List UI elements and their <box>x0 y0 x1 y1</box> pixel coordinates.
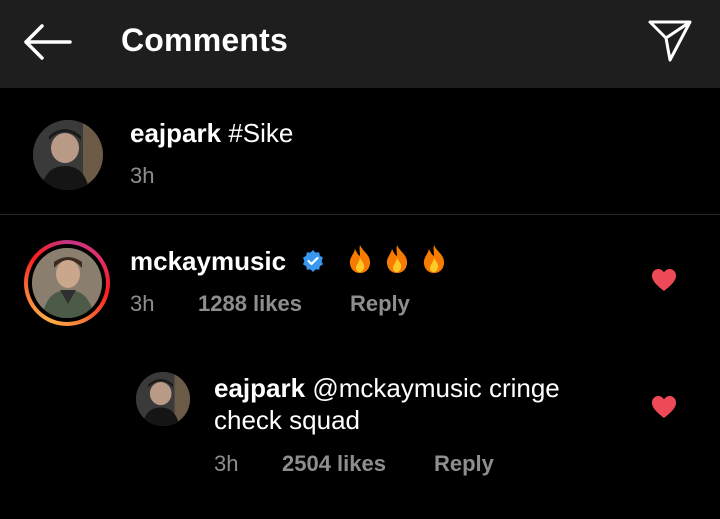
comment-time: 3h <box>130 291 155 316</box>
top-bar: Comments <box>0 0 720 88</box>
fire-icon <box>349 245 370 273</box>
fire-icon <box>423 245 445 273</box>
paper-plane-icon <box>648 20 692 62</box>
comment-username[interactable]: mckaymusic <box>130 246 286 276</box>
avatar-image <box>33 120 103 190</box>
caption-username[interactable]: eajpark <box>130 118 221 148</box>
avatar[interactable] <box>136 372 190 426</box>
reply-text-continued: check squad <box>214 405 360 435</box>
caption-text: eajpark #Sike <box>130 117 293 149</box>
comment-meta: 3h 1288 likes Reply <box>130 290 430 318</box>
reply-text-line1: @mckaymusic cringe <box>312 373 560 403</box>
comment-likes[interactable]: 1288 likes <box>198 290 302 318</box>
verified-badge-icon <box>303 250 324 272</box>
avatar <box>32 248 102 318</box>
comment-text: mckaymusic <box>130 244 451 277</box>
heart-icon[interactable] <box>651 268 677 292</box>
caption-time: 3h <box>130 163 155 188</box>
avatar-image <box>136 372 190 426</box>
page-title: Comments <box>121 22 288 58</box>
reply-meta: 3h 2504 likes Reply <box>214 450 514 478</box>
caption-hashtag[interactable]: #Sike <box>228 118 293 148</box>
heart-icon[interactable] <box>651 395 677 419</box>
reply-button[interactable]: Reply <box>350 290 410 318</box>
reply-likes[interactable]: 2504 likes <box>282 450 386 478</box>
reply-text: eajpark @mckaymusic cringe <box>214 372 560 404</box>
reply-time: 3h <box>214 451 239 476</box>
back-button[interactable] <box>18 20 74 64</box>
arrow-left-icon <box>24 24 72 60</box>
divider <box>0 214 720 215</box>
reply-button[interactable]: Reply <box>434 450 494 478</box>
send-button[interactable] <box>646 16 694 64</box>
reply-username[interactable]: eajpark <box>214 373 305 403</box>
avatar[interactable] <box>33 120 103 190</box>
story-ring[interactable] <box>24 240 110 326</box>
fire-icon <box>386 245 407 273</box>
avatar-image <box>32 248 102 318</box>
